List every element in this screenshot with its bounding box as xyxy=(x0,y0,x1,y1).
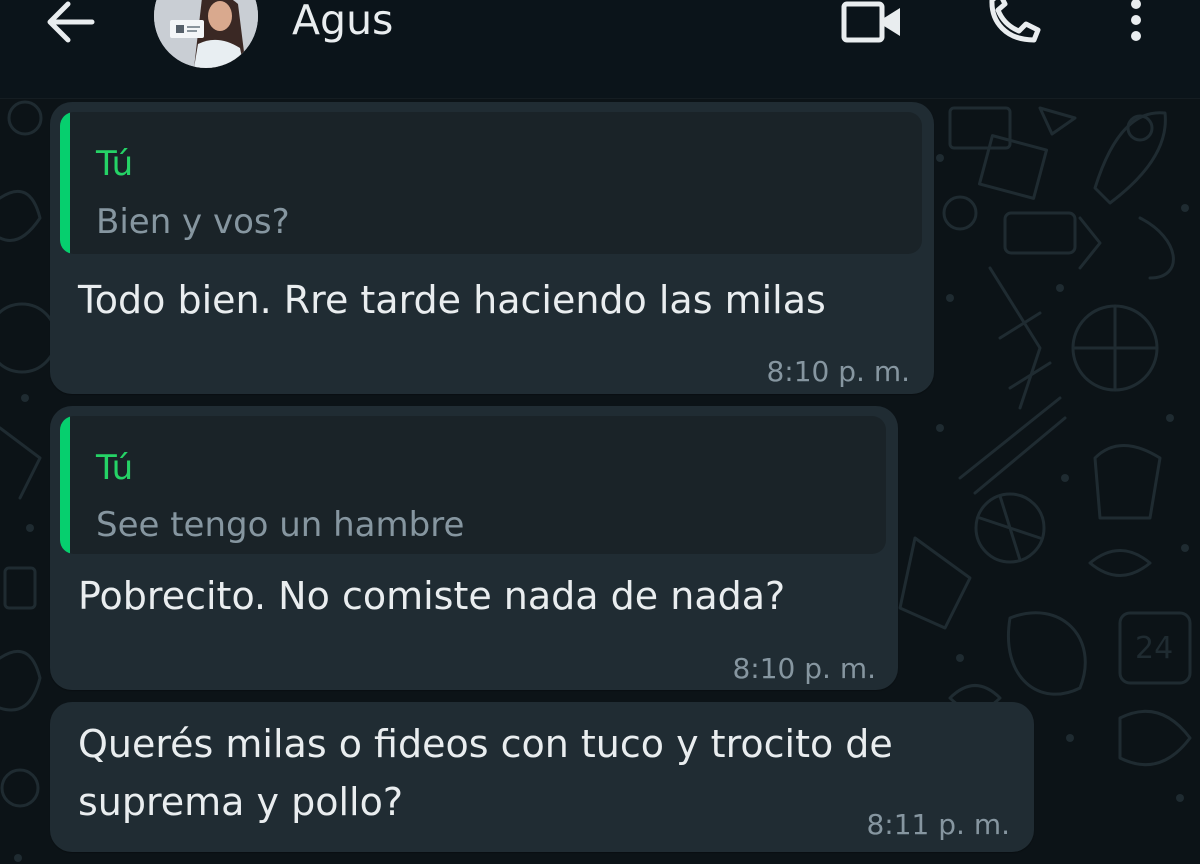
message-text: Pobrecito. No comiste nada de nada? xyxy=(78,574,786,618)
avatar[interactable] xyxy=(154,0,258,68)
quoted-message[interactable]: Tú See tengo un hambre xyxy=(60,416,886,554)
message-bubble[interactable]: Tú See tengo un hambre Pobrecito. No com… xyxy=(50,406,898,690)
quote-author: Tú xyxy=(96,448,134,488)
quote-text: See tengo un hambre xyxy=(96,505,465,545)
video-call-icon[interactable] xyxy=(838,0,906,46)
message-timestamp: 8:11 p. m. xyxy=(866,808,1010,841)
chat-header: Agus xyxy=(0,0,1200,99)
svg-text:24: 24 xyxy=(1135,631,1173,666)
quote-author: Tú xyxy=(96,144,134,184)
message-timestamp: 8:10 p. m. xyxy=(766,355,910,388)
back-arrow-icon[interactable] xyxy=(40,0,104,46)
message-text-line: suprema y pollo? xyxy=(78,780,404,824)
quote-text: Bien y vos? xyxy=(96,202,290,242)
message-text: Todo bien. Rre tarde haciendo las milas xyxy=(78,278,826,322)
message-timestamp: 8:10 p. m. xyxy=(732,652,876,685)
message-text-line: Querés milas o fideos con tuco y trocito… xyxy=(78,722,893,766)
quote-accent-bar xyxy=(60,416,70,554)
quoted-message[interactable]: Tú Bien y vos? xyxy=(60,112,922,254)
message-bubble[interactable]: Tú Bien y vos? Todo bien. Rre tarde haci… xyxy=(50,102,934,394)
more-vertical-icon[interactable] xyxy=(1118,0,1154,46)
quote-accent-bar xyxy=(60,112,70,254)
message-bubble[interactable]: Querés milas o fideos con tuco y trocito… xyxy=(50,702,1034,852)
chat-area[interactable]: 24 Tú Bien y vos? Todo bien. Rre tarde h… xyxy=(0,98,1200,864)
contact-name[interactable]: Agus xyxy=(292,0,393,48)
phone-icon[interactable] xyxy=(984,0,1044,48)
